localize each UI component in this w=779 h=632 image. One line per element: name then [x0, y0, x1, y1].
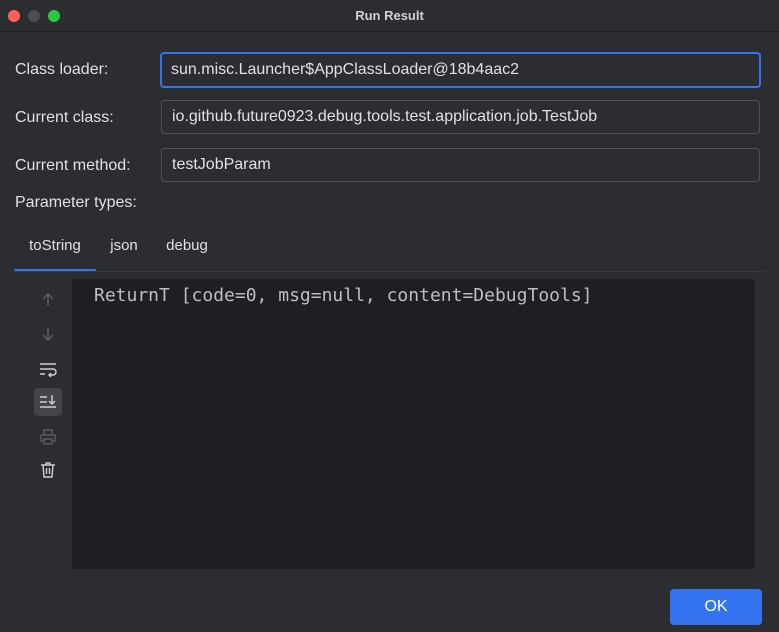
trash-icon[interactable]: [34, 456, 62, 484]
title-bar: Run Result: [0, 0, 779, 32]
tab-divider: [14, 271, 764, 272]
parameter-types-label: Parameter types:: [15, 194, 137, 211]
current-method-label: Current method:: [15, 157, 131, 174]
arrow-down-icon[interactable]: [34, 320, 62, 348]
tab-json[interactable]: json: [100, 232, 148, 272]
current-method-field[interactable]: [161, 148, 760, 182]
tab-tostring[interactable]: toString: [14, 232, 96, 272]
ok-button[interactable]: OK: [670, 589, 762, 625]
tab-debug[interactable]: debug: [158, 232, 216, 272]
current-class-label: Current class:: [15, 109, 114, 126]
current-class-field[interactable]: [161, 100, 760, 134]
window-title: Run Result: [355, 8, 424, 23]
print-icon[interactable]: [34, 423, 62, 451]
class-loader-field[interactable]: [160, 52, 761, 88]
scroll-to-end-icon[interactable]: [34, 388, 62, 416]
console-output-text: ReturnT [code=0, msg=null, content=Debug…: [94, 285, 593, 306]
arrow-up-icon[interactable]: [34, 286, 62, 314]
console-output-area[interactable]: ReturnT [code=0, msg=null, content=Debug…: [72, 279, 755, 569]
class-loader-label: Class loader:: [15, 61, 109, 78]
soft-wrap-icon[interactable]: [34, 355, 62, 383]
